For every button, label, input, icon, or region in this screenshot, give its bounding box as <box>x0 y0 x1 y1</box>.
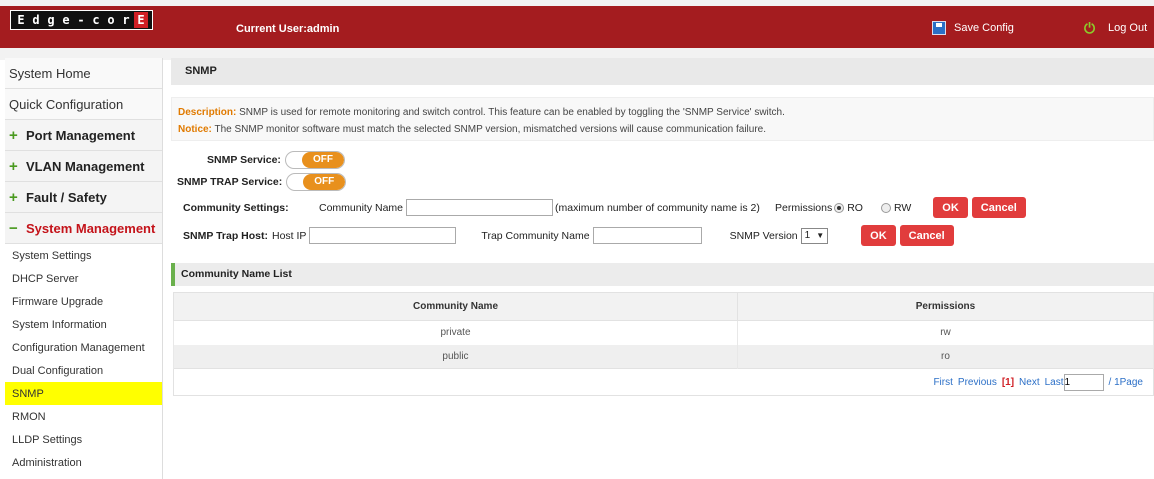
sidebar-section-fault-safety[interactable]: + Fault / Safety <box>5 182 162 213</box>
sidebar-section-port-management[interactable]: + Port Management <box>5 120 162 151</box>
sidebar-section-system-management[interactable]: − System Management <box>5 213 162 244</box>
community-settings-label: Community Settings: <box>183 201 289 214</box>
community-cancel-button[interactable]: Cancel <box>971 197 1026 218</box>
permissions-label: Permissions <box>775 201 833 214</box>
trap-community-name-input[interactable] <box>592 227 702 244</box>
log-out-button[interactable]: ⏻ Log Out <box>1084 21 1147 35</box>
column-header-permissions[interactable]: Permissions <box>737 292 1154 321</box>
snmp-version-label: SNMP Version <box>729 229 798 242</box>
trap-host-ok-button[interactable]: OK <box>861 225 896 246</box>
snmp-version-select[interactable]: 1 ▼ <box>800 227 829 244</box>
snmp-trap-service-row: SNMP TRAP Service: OFF <box>177 173 347 191</box>
snmp-service-label: SNMP Service: <box>207 154 281 166</box>
pagination-row: First Previous [1] Next Last / 1Page <box>173 368 1154 396</box>
description-panel: Description: SNMP is used for remote mon… <box>171 97 1154 141</box>
floppy-disk-icon <box>932 21 946 35</box>
first-page-link[interactable]: First <box>933 377 952 388</box>
column-header-community-name[interactable]: Community Name <box>173 292 738 321</box>
page-title: SNMP <box>171 58 1154 85</box>
save-config-label: Save Config <box>954 22 1014 34</box>
trap-community-name-label: Trap Community Name <box>481 229 590 242</box>
permissions-cell: rw <box>737 320 1154 345</box>
minus-icon: − <box>9 219 18 237</box>
description-line: Description: SNMP is used for remote mon… <box>178 107 785 118</box>
snmp-trap-service-toggle[interactable]: OFF <box>286 173 347 191</box>
next-page-link[interactable]: Next <box>1019 377 1040 388</box>
header-bar: E d g e - c o r E Current User:admin Sav… <box>0 0 1154 60</box>
community-name-hint: (maximum number of community name is 2) <box>555 201 760 214</box>
top-banner: E d g e - c o r E Current User:admin Sav… <box>0 6 1154 48</box>
permission-rw-label: RW <box>893 201 912 214</box>
sidebar-item-rmon[interactable]: RMON <box>5 405 162 428</box>
permissions-cell: ro <box>737 344 1154 369</box>
pagination: First Previous [1] Next Last / 1Page <box>933 373 1143 391</box>
plus-icon: + <box>9 157 18 175</box>
snmp-service-row: SNMP Service: OFF <box>207 151 345 169</box>
sidebar-item-system-home[interactable]: System Home <box>5 58 162 89</box>
community-name-cell: public <box>173 344 738 369</box>
plus-icon: + <box>9 126 18 144</box>
current-page-indicator: [1] <box>1001 376 1015 388</box>
main-content: SNMP Description: SNMP is used for remot… <box>168 58 1154 479</box>
sidebar-section-vlan-management[interactable]: + VLAN Management <box>5 151 162 182</box>
host-ip-label: Host IP <box>271 229 307 242</box>
sidebar-item-administration[interactable]: Administration <box>5 451 162 474</box>
sidebar-item-lldp-settings[interactable]: LLDP Settings <box>5 428 162 451</box>
power-icon: ⏻ <box>1084 20 1096 36</box>
community-name-input[interactable] <box>406 199 554 216</box>
previous-page-link[interactable]: Previous <box>958 377 997 388</box>
permission-rw-radio[interactable] <box>880 202 891 213</box>
community-name-table: Community Name Permissions private rw pu… <box>173 292 1154 396</box>
total-pages-label: / 1Page <box>1108 376 1143 388</box>
sidebar-item-configuration-management[interactable]: Configuration Management <box>5 336 162 359</box>
page-number-input[interactable] <box>1063 373 1104 391</box>
community-ok-button[interactable]: OK <box>933 197 968 218</box>
plus-icon: + <box>9 188 18 206</box>
community-name-list-heading: Community Name List <box>171 263 1154 286</box>
sidebar-item-system-information[interactable]: System Information <box>5 313 162 336</box>
chevron-down-icon: ▼ <box>816 231 825 240</box>
sidebar-item-dhcp-server[interactable]: DHCP Server <box>5 267 162 290</box>
log-out-label: Log Out <box>1108 22 1148 34</box>
snmp-trap-service-label: SNMP TRAP Service: <box>177 176 283 188</box>
snmp-service-toggle[interactable]: OFF <box>284 151 345 169</box>
sidebar-item-snmp[interactable]: SNMP <box>5 382 162 405</box>
snmp-trap-host-row: SNMP Trap Host: Host IP Trap Community N… <box>183 225 954 246</box>
table-row[interactable]: private rw <box>173 320 1154 345</box>
community-name-label: Community Name <box>319 201 404 214</box>
save-config-button[interactable]: Save Config <box>932 21 1014 35</box>
current-user-label: Current User:admin <box>236 23 340 35</box>
community-name-cell: private <box>173 320 738 345</box>
edgecore-logo: E d g e - c o r E <box>10 10 153 30</box>
sidebar-item-system-settings[interactable]: System Settings <box>5 244 162 267</box>
permission-ro-radio[interactable] <box>834 202 845 213</box>
notice-line: Notice: The SNMP monitor software must m… <box>178 124 767 135</box>
last-page-link[interactable]: Last <box>1045 377 1064 388</box>
snmp-trap-host-label: SNMP Trap Host: <box>183 229 268 242</box>
sidebar-item-quick-configuration[interactable]: Quick Configuration <box>5 89 162 120</box>
community-settings-row: Community Settings: Community Name (maxi… <box>183 197 1026 218</box>
host-ip-input[interactable] <box>309 227 457 244</box>
table-row[interactable]: public ro <box>173 344 1154 369</box>
trap-host-cancel-button[interactable]: Cancel <box>899 225 954 246</box>
sidebar-item-firmware-upgrade[interactable]: Firmware Upgrade <box>5 290 162 313</box>
sidebar-item-dual-configuration[interactable]: Dual Configuration <box>5 359 162 382</box>
permission-ro-label: RO <box>847 201 863 214</box>
sidebar-nav: System Home Quick Configuration + Port M… <box>5 58 163 479</box>
